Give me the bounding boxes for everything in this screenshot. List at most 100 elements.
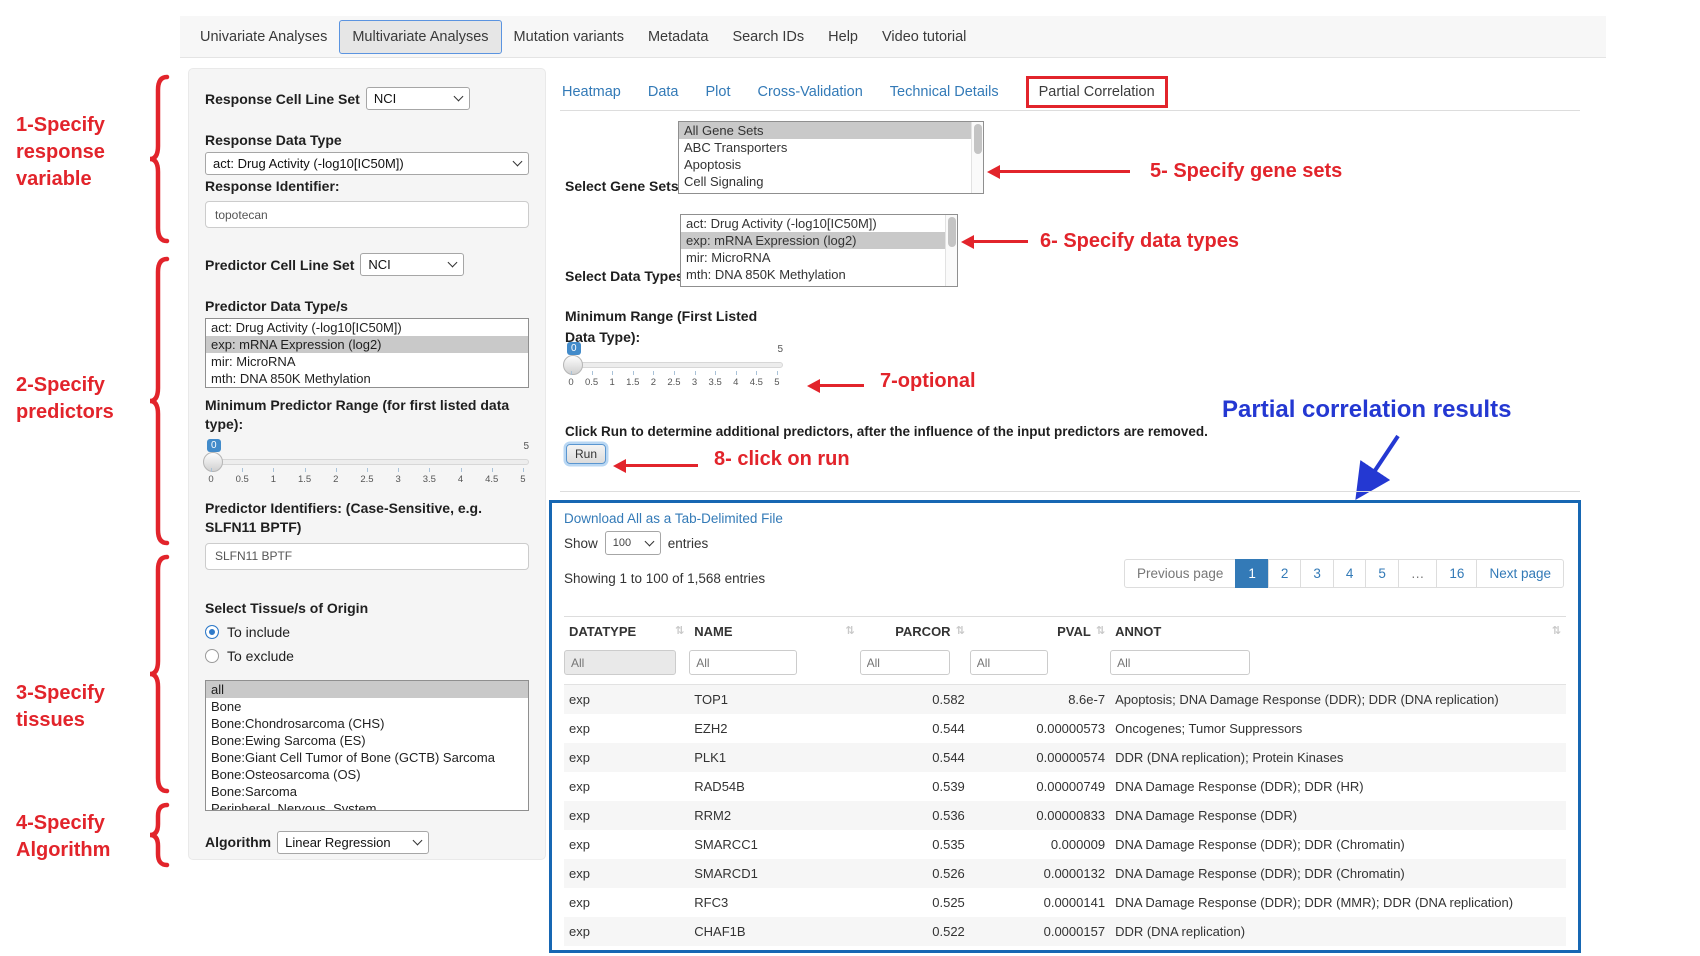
option-bone-ewing-sarcoma-es[interactable]: Bone:Ewing Sarcoma (ES) [206, 732, 528, 749]
tissue-exclude-radio[interactable] [205, 649, 219, 663]
option-apoptosis[interactable]: Apoptosis [679, 156, 971, 173]
filter-input-parcor[interactable] [860, 650, 950, 675]
option-bone-osteosarcoma-os[interactable]: Bone:Osteosarcoma (OS) [206, 766, 528, 783]
tissue-include-radio[interactable] [205, 625, 219, 639]
tab-technical-details[interactable]: Technical Details [890, 76, 999, 108]
option-exp-mrna-expression-log2[interactable]: exp: mRNA Expression (log2) [206, 336, 528, 353]
download-link[interactable]: Download All as a Tab-Delimited File [564, 511, 1566, 526]
tab-mutation-variants[interactable]: Mutation variants [502, 21, 636, 53]
tab-multivariate-analyses[interactable]: Multivariate Analyses [339, 20, 501, 54]
tab-help[interactable]: Help [816, 21, 870, 53]
option-mir-microrna[interactable]: mir: MicroRNA [681, 249, 945, 266]
tab-plot[interactable]: Plot [705, 76, 730, 108]
option-act-drug-activity-log10-ic50m[interactable]: act: Drug Activity (-log10[IC50M]) [681, 215, 945, 232]
slider-value-badge: 0 [207, 439, 221, 452]
slider-track[interactable] [565, 362, 783, 368]
filter-input-pval[interactable] [970, 650, 1048, 675]
cell-parcor: 0.544 [860, 743, 970, 772]
col-header-pval[interactable]: ⇅PVAL [970, 617, 1110, 647]
page-button-1[interactable]: 1 [1235, 559, 1269, 588]
min-range-slider[interactable]: 0 5 00.511.522.533.544.55 [565, 342, 783, 390]
response-identifier-input[interactable] [205, 201, 529, 228]
cell-pval: 0.0000132 [970, 859, 1110, 888]
option-bone[interactable]: Bone [206, 698, 528, 715]
next-page-button[interactable]: Next page [1476, 559, 1564, 588]
slider-max-label: 5 [523, 441, 529, 452]
predictor-data-types-listbox[interactable]: act: Drug Activity (-log10[IC50M])exp: m… [205, 318, 529, 388]
page-size-select[interactable]: 100 [605, 531, 661, 555]
sort-icon[interactable]: ⇅ [675, 624, 684, 637]
predictor-cell-line-set-select[interactable]: NCI [360, 253, 464, 276]
col-header-parcor[interactable]: ⇅PARCOR [860, 617, 970, 647]
tab-search-ids[interactable]: Search IDs [720, 21, 816, 53]
annotation-brace-1 [148, 74, 170, 244]
scrollbar-thumb[interactable] [974, 124, 982, 154]
option-bone-giant-cell-tumor-of-bone-gctb-sarcoma[interactable]: Bone:Giant Cell Tumor of Bone (GCTB) Sar… [206, 749, 528, 766]
sort-icon[interactable]: ⇅ [1552, 624, 1561, 637]
tissues-listbox[interactable]: allBoneBone:Chondrosarcoma (CHS)Bone:Ewi… [205, 680, 529, 811]
scrollbar[interactable] [971, 122, 983, 193]
scrollbar-thumb[interactable] [948, 217, 956, 247]
cell-name: EZH2 [689, 714, 859, 743]
page-button-3[interactable]: 3 [1300, 559, 1334, 588]
cell-pval: 0.000009 [970, 830, 1110, 859]
sort-icon[interactable]: ⇅ [1096, 624, 1105, 637]
option-mth-dna-850k-methylation[interactable]: mth: DNA 850K Methylation [681, 266, 945, 283]
gene-sets-listbox[interactable]: All Gene SetsABC TransportersApoptosisCe… [678, 121, 984, 194]
tab-heatmap[interactable]: Heatmap [562, 76, 621, 108]
cell-parcor: 0.582 [860, 685, 970, 715]
tab-metadata[interactable]: Metadata [636, 21, 720, 53]
algorithm-select[interactable]: Linear Regression [277, 831, 429, 854]
run-button[interactable]: Run [566, 444, 606, 464]
cell-name: RFC3 [689, 888, 859, 917]
table-filter-row [564, 646, 1566, 685]
option-all-gene-sets[interactable]: All Gene Sets [679, 122, 971, 139]
slider-tick: 2 [649, 371, 657, 388]
sort-icon[interactable]: ⇅ [845, 624, 854, 637]
tab-univariate-analyses[interactable]: Univariate Analyses [188, 21, 339, 53]
filter-input-annot[interactable] [1110, 650, 1250, 675]
option-all[interactable]: all [206, 681, 528, 698]
col-header-annot[interactable]: ⇅ANNOT [1110, 617, 1566, 647]
table-row: expPLK10.5440.00000574DDR (DNA replicati… [564, 743, 1566, 772]
option-bone-chondrosarcoma-chs[interactable]: Bone:Chondrosarcoma (CHS) [206, 715, 528, 732]
table-row: expRRM20.5360.00000833DNA Damage Respons… [564, 801, 1566, 830]
col-header-datatype[interactable]: ⇅DATATYPE [564, 617, 689, 647]
tab-partial-correlation[interactable]: Partial Correlation [1026, 76, 1168, 108]
slider-track[interactable] [205, 459, 529, 465]
min-predictor-range-slider[interactable]: 0 5 00.511.522.533.544.55 [205, 439, 529, 487]
predictor-identifiers-input[interactable] [205, 543, 529, 570]
option-mir-microrna[interactable]: mir: MicroRNA [206, 353, 528, 370]
data-types-listbox[interactable]: act: Drug Activity (-log10[IC50M])exp: m… [680, 214, 958, 287]
tab-cross-validation[interactable]: Cross-Validation [757, 76, 862, 108]
filter-input-name[interactable] [689, 650, 797, 675]
filter-input-datatype[interactable] [564, 650, 676, 675]
response-identifier-label: Response Identifier: [205, 178, 340, 194]
col-header-name[interactable]: ⇅NAME [689, 617, 859, 647]
annotation-step2: 2-Specify predictors [16, 372, 136, 426]
option-exp-mrna-expression-log2[interactable]: exp: mRNA Expression (log2) [681, 232, 945, 249]
slider-tick: 1.5 [298, 468, 311, 485]
tab-data[interactable]: Data [648, 76, 679, 108]
sort-icon[interactable]: ⇅ [956, 624, 965, 637]
option-bone-sarcoma[interactable]: Bone:Sarcoma [206, 783, 528, 800]
option-abc-transporters[interactable]: ABC Transporters [679, 139, 971, 156]
page-button-4[interactable]: 4 [1333, 559, 1367, 588]
page-button-5[interactable]: 5 [1365, 559, 1399, 588]
option-cell-signaling[interactable]: Cell Signaling [679, 173, 971, 190]
scrollbar[interactable] [945, 215, 957, 286]
pagination: Previous page12345…16Next page [1125, 559, 1564, 588]
response-cell-line-set-select[interactable]: NCI [366, 87, 470, 110]
cell-datatype: exp [564, 743, 689, 772]
option-peripheral-nervous-system[interactable]: Peripheral_Nervous_System [206, 800, 528, 811]
option-act-drug-activity-log10-ic50m[interactable]: act: Drug Activity (-log10[IC50M]) [206, 319, 528, 336]
previous-page-button[interactable]: Previous page [1124, 559, 1236, 588]
pagination-ellipsis[interactable]: … [1398, 559, 1438, 588]
page-button-2[interactable]: 2 [1268, 559, 1302, 588]
cell-datatype: exp [564, 801, 689, 830]
option-mth-dna-850k-methylation[interactable]: mth: DNA 850K Methylation [206, 370, 528, 387]
slider-tick: 4 [457, 468, 465, 485]
page-button-16[interactable]: 16 [1436, 559, 1477, 588]
response-data-type-select[interactable]: act: Drug Activity (-log10[IC50M]) [205, 152, 529, 175]
tab-video-tutorial[interactable]: Video tutorial [870, 21, 978, 53]
